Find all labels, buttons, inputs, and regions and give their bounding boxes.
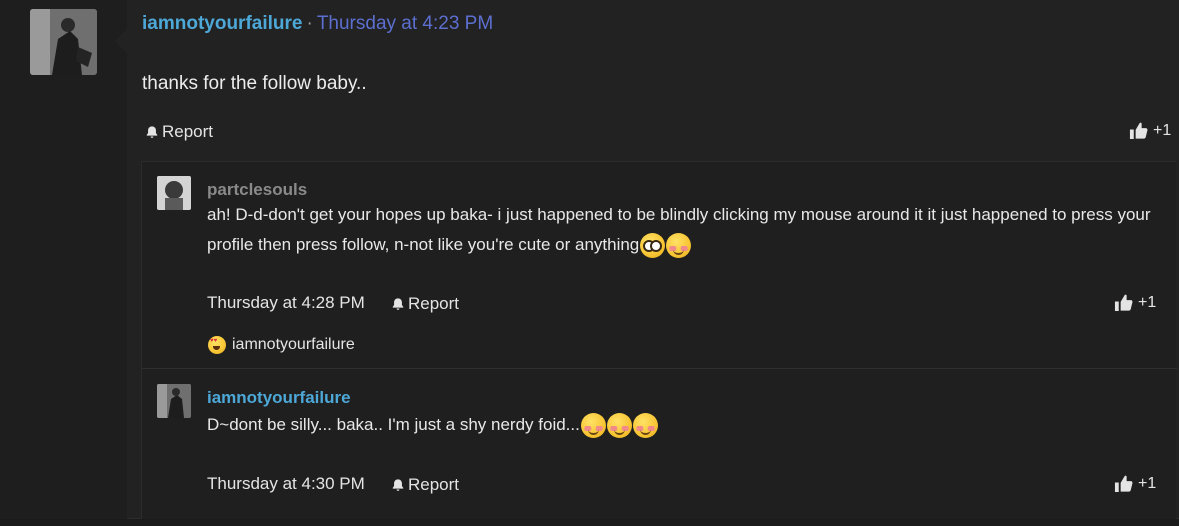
reply-timestamp[interactable]: Thursday at 4:28 PM bbox=[207, 293, 365, 313]
post-username[interactable]: iamnotyourfailure bbox=[142, 13, 302, 34]
like-count: +1 bbox=[1138, 474, 1157, 492]
comment-replies: partclesouls ah! D-d-don't get your hope… bbox=[141, 161, 1177, 519]
thumbs-up-icon bbox=[1129, 122, 1148, 140]
smiling-face-with-blush-icon bbox=[632, 413, 658, 439]
bell-icon bbox=[392, 479, 404, 491]
reply-username[interactable]: iamnotyourfailure bbox=[207, 388, 351, 408]
reply-report-button[interactable]: Report bbox=[391, 294, 459, 314]
smiling-face-with-blush-icon bbox=[606, 413, 632, 439]
reply-timestamp[interactable]: Thursday at 4:30 PM bbox=[207, 474, 365, 494]
reply-divider bbox=[142, 368, 1177, 369]
report-label: Report bbox=[408, 475, 460, 494]
like-button[interactable]: +1 bbox=[1129, 121, 1171, 140]
reaction-summary[interactable]: iamnotyourfailure bbox=[207, 336, 355, 354]
reply-message: D~dont be silly... baka.. I'm just a shy… bbox=[207, 410, 1162, 440]
report-button[interactable]: Report bbox=[145, 122, 213, 142]
post-timestamp[interactable]: Thursday at 4:23 PM bbox=[317, 13, 493, 34]
flushed-face-icon bbox=[640, 233, 666, 259]
post-pointer-arrow bbox=[115, 29, 127, 53]
thumbs-up-icon bbox=[1114, 294, 1133, 312]
post-user-column bbox=[0, 0, 127, 519]
heart-eyes-icon bbox=[208, 336, 226, 354]
post-message: thanks for the follow baby.. bbox=[142, 73, 367, 94]
like-count: +1 bbox=[1153, 121, 1172, 139]
reply-username[interactable]: partclesouls bbox=[207, 180, 307, 200]
reply-report-button[interactable]: Report bbox=[391, 475, 459, 495]
reply-message-text: D~dont be silly... baka.. I'm just a shy… bbox=[207, 415, 580, 434]
report-label: Report bbox=[162, 122, 214, 141]
bell-icon bbox=[146, 126, 158, 138]
smiling-face-with-blush-icon bbox=[666, 233, 692, 259]
reply-like-button[interactable]: +1 bbox=[1114, 293, 1156, 312]
avatar[interactable] bbox=[30, 9, 97, 75]
reply-message: ah! D-d-don't get your hopes up baka- i … bbox=[207, 200, 1162, 260]
thumbs-up-icon bbox=[1114, 475, 1133, 493]
smiling-face-with-blush-icon bbox=[580, 413, 606, 439]
reply-avatar[interactable] bbox=[157, 384, 191, 418]
report-label: Report bbox=[408, 294, 460, 313]
reply-like-button[interactable]: +1 bbox=[1114, 474, 1156, 493]
like-count: +1 bbox=[1138, 293, 1157, 311]
reply-avatar[interactable] bbox=[157, 176, 191, 210]
reaction-username: iamnotyourfailure bbox=[232, 336, 355, 353]
post-header: iamnotyourfailure · Thursday at 4:23 PM bbox=[142, 13, 493, 35]
bell-icon bbox=[392, 298, 404, 310]
header-separator: · bbox=[306, 13, 313, 34]
profile-post: iamnotyourfailure · Thursday at 4:23 PM th… bbox=[0, 0, 1179, 519]
profile-post-page: iamnotyourfailure · Thursday at 4:23 PM th… bbox=[0, 0, 1179, 526]
